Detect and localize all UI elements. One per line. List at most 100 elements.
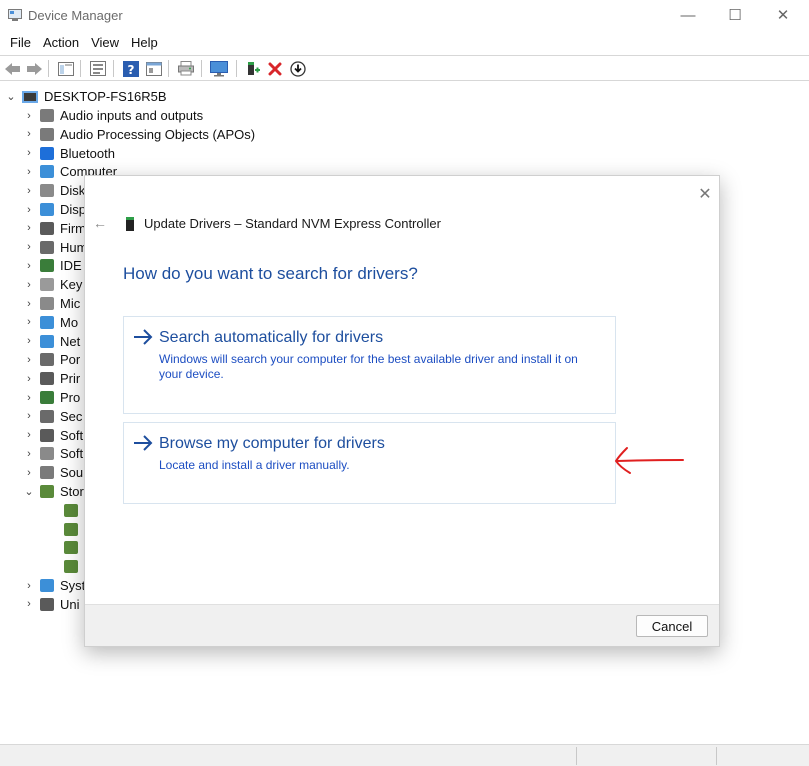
tree-item-label: Syst	[60, 578, 86, 593]
tree-child-item[interactable]	[60, 501, 84, 520]
cancel-button[interactable]: Cancel	[636, 615, 708, 637]
system-icon	[40, 579, 54, 592]
tree-item[interactable]: › Sec	[22, 407, 82, 426]
storage-controller-icon	[64, 522, 78, 536]
tree-item[interactable]: › Bluetooth	[22, 144, 115, 163]
chevron-right-icon[interactable]: ›	[22, 279, 36, 291]
tree-item-label: Prir	[60, 371, 81, 387]
storage-icon	[40, 485, 54, 498]
chevron-right-icon[interactable]: ›	[22, 166, 36, 178]
option-description: Windows will search your computer for th…	[159, 352, 578, 381]
processor-icon	[40, 391, 54, 404]
tree-item[interactable]: ⌄ Stor	[22, 482, 83, 501]
chevron-right-icon[interactable]: ›	[22, 598, 36, 610]
nvme-controller-icon	[126, 217, 134, 231]
tree-item[interactable]: › Disp	[22, 200, 86, 219]
chevron-right-icon[interactable]: ›	[22, 448, 36, 460]
storage-controller-icon	[64, 560, 78, 574]
uninstall-icon[interactable]	[265, 59, 285, 78]
tree-child-item[interactable]	[60, 557, 84, 576]
tree-item[interactable]: › Firm	[22, 219, 86, 238]
menu-action[interactable]: Action	[37, 32, 85, 54]
security-icon	[40, 409, 54, 423]
tree-item[interactable]: › Disk	[22, 181, 85, 200]
print-icon[interactable]	[176, 59, 196, 78]
tree-item[interactable]: › Soft	[22, 444, 83, 463]
forward-icon[interactable]	[24, 59, 44, 78]
chevron-right-icon[interactable]: ›	[22, 392, 36, 404]
chevron-down-icon[interactable]: ⌄	[22, 485, 36, 498]
tree-item-label: Net	[60, 333, 81, 349]
back-icon[interactable]	[3, 59, 23, 78]
tree-item[interactable]: › Mo	[22, 313, 78, 332]
speaker-icon	[40, 109, 54, 122]
tree-item[interactable]: › Hum	[22, 238, 87, 257]
dialog-back-button[interactable]: ←	[91, 214, 109, 232]
search-automatically-option[interactable]: Search automatically for drivers Windows…	[123, 316, 616, 414]
dialog-header: Update Drivers – Standard NVM Express Co…	[144, 216, 441, 231]
menu-view[interactable]: View	[85, 32, 125, 54]
browse-computer-option[interactable]: Browse my computer for drivers Locate an…	[123, 422, 616, 504]
storage-controller-icon	[64, 503, 78, 517]
show-hide-icon[interactable]	[56, 59, 76, 78]
view-icon[interactable]	[144, 59, 164, 78]
chevron-right-icon[interactable]: ›	[22, 354, 36, 366]
maximize-button[interactable]: ☐	[712, 0, 758, 30]
chevron-down-icon[interactable]: ⌄	[4, 90, 18, 103]
tree-item-label: Firm	[60, 220, 86, 236]
hid-icon	[40, 240, 54, 254]
menu-file[interactable]: File	[4, 32, 37, 54]
dialog-close-button[interactable]: ✕	[693, 182, 717, 206]
chevron-right-icon[interactable]: ›	[22, 185, 36, 197]
tree-item[interactable]: › Sou	[22, 463, 83, 482]
chevron-right-icon[interactable]: ›	[22, 410, 36, 422]
tree-item-label: Bluetooth	[60, 145, 115, 161]
close-button[interactable]: ✕	[760, 0, 806, 30]
chevron-right-icon[interactable]: ›	[22, 298, 36, 310]
usb-icon	[40, 597, 54, 611]
tree-item-label: DESKTOP-FS16R5B	[44, 89, 167, 104]
tree-item[interactable]: › Pro	[22, 388, 80, 407]
network-icon	[40, 334, 54, 348]
add-driver-icon[interactable]	[243, 59, 263, 78]
tree-child-item[interactable]	[60, 520, 84, 539]
printer-icon	[40, 372, 54, 386]
chevron-right-icon[interactable]: ›	[22, 467, 36, 479]
chevron-right-icon[interactable]: ›	[22, 316, 36, 328]
chevron-right-icon[interactable]: ›	[22, 222, 36, 234]
chevron-right-icon[interactable]: ›	[22, 429, 36, 441]
chevron-right-icon[interactable]: ›	[22, 147, 36, 159]
tree-item[interactable]: › Mic	[22, 294, 80, 313]
tree-item[interactable]: › IDE	[22, 256, 82, 275]
monitor-icon	[40, 315, 54, 329]
monitor-icon[interactable]	[209, 59, 229, 78]
tree-item[interactable]: › Uni	[22, 595, 79, 614]
tree-item[interactable]: › Prir	[22, 369, 80, 388]
chevron-right-icon[interactable]: ›	[22, 110, 36, 122]
tree-item-label: Audio Processing Objects (APOs)	[60, 126, 256, 142]
tree-item[interactable]: › Audio Processing Objects (APOs)	[22, 125, 255, 144]
tree-root[interactable]: ⌄ DESKTOP-FS16R5B	[4, 87, 167, 106]
chevron-right-icon[interactable]: ›	[22, 335, 36, 347]
tree-child-item[interactable]	[60, 538, 84, 557]
minimize-button[interactable]: —	[665, 0, 711, 30]
chevron-right-icon[interactable]: ›	[22, 260, 36, 272]
chevron-right-icon[interactable]: ›	[22, 128, 36, 140]
tree-item[interactable]: › Key	[22, 275, 82, 294]
tree-item[interactable]: › Por	[22, 350, 80, 369]
chevron-right-icon[interactable]: ›	[22, 373, 36, 385]
menu-help[interactable]: Help	[125, 32, 164, 54]
chevron-right-icon[interactable]: ›	[22, 204, 36, 216]
chevron-right-icon[interactable]: ›	[22, 580, 36, 592]
help-icon[interactable]: ?	[121, 59, 141, 78]
tree-item[interactable]: › Net	[22, 332, 80, 351]
software-device-icon	[40, 447, 54, 461]
tree-item[interactable]: › Soft	[22, 426, 83, 445]
update-driver-icon[interactable]	[288, 59, 308, 78]
properties-icon[interactable]	[88, 59, 108, 78]
chevron-right-icon[interactable]: ›	[22, 241, 36, 253]
tree-item[interactable]: › Audio inputs and outputs	[22, 106, 203, 125]
keyboard-icon	[40, 278, 54, 292]
tree-item[interactable]: › Syst	[22, 576, 85, 595]
update-drivers-dialog: ✕ ← Update Drivers – Standard NVM Expres…	[84, 175, 720, 647]
